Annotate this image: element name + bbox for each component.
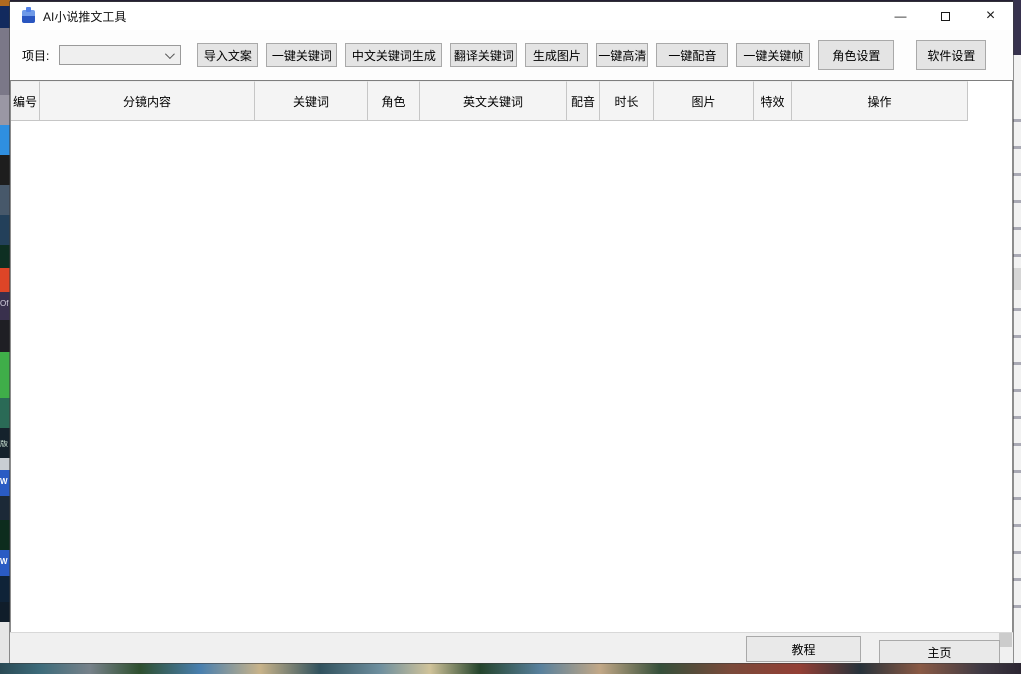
- project-label: 项目:: [22, 47, 49, 64]
- home-button[interactable]: 主页: [879, 640, 1000, 663]
- close-icon: ×: [986, 7, 995, 25]
- column-header-dubbing: 配音: [567, 81, 600, 121]
- import-copy-button[interactable]: 导入文案: [197, 43, 258, 67]
- word-icon: W: [0, 558, 10, 566]
- table-header-filler: [968, 81, 1012, 121]
- column-header-en-keywords: 英文关键词: [420, 81, 567, 121]
- background-list-selection: [1013, 268, 1021, 290]
- column-header-actions: 操作: [792, 81, 968, 121]
- minimize-icon: —: [895, 9, 907, 23]
- desktop-window-strip-right: [1013, 0, 1021, 663]
- table-body-empty: [11, 121, 1012, 632]
- minimize-button[interactable]: —: [878, 2, 923, 30]
- column-header-duration: 时长: [600, 81, 654, 121]
- close-button[interactable]: ×: [968, 2, 1013, 30]
- translate-keywords-button[interactable]: 翻译关键词: [450, 43, 517, 67]
- chevron-down-icon: [165, 49, 175, 59]
- title-bar: AI小说推文工具 — ×: [10, 2, 1013, 30]
- wallpaper-sliver: [1013, 0, 1021, 55]
- role-settings-button[interactable]: 角色设置: [818, 40, 894, 70]
- word-icon: W: [0, 478, 10, 486]
- storyboard-table: 编号 分镜内容 关键词 角色 英文关键词 配音 时长 图片 特效 操作: [10, 80, 1013, 632]
- app-icon: [22, 10, 35, 23]
- one-key-dubbing-button[interactable]: 一键配音: [656, 43, 728, 67]
- column-header-keywords: 关键词: [255, 81, 368, 121]
- app-window: AI小说推文工具 — × 项目: 导入文案 一键关键词 中文关键词生成 翻译关键…: [10, 2, 1013, 663]
- one-key-keywords-button[interactable]: 一键关键词: [266, 43, 337, 67]
- tutorial-button[interactable]: 教程: [746, 636, 861, 662]
- toolbar-buttons: 导入文案 一键关键词 中文关键词生成 翻译关键词 生成图片 一键高清 一键配音 …: [197, 40, 986, 70]
- scrollbar-corner: [999, 633, 1012, 647]
- window-title: AI小说推文工具: [43, 8, 126, 25]
- software-settings-button[interactable]: 软件设置: [916, 40, 986, 70]
- cn-keyword-gen-button[interactable]: 中文关键词生成: [345, 43, 442, 67]
- column-header-number: 编号: [11, 81, 40, 121]
- column-header-image: 图片: [654, 81, 754, 121]
- footer-bar: 教程 主页: [10, 632, 1013, 663]
- generate-images-button[interactable]: 生成图片: [525, 43, 588, 67]
- desktop-wallpaper-strip: [0, 663, 1021, 674]
- desktop-fragment: 版: [0, 440, 10, 448]
- column-header-effects: 特效: [754, 81, 792, 121]
- desktop-icons-strip-left: Of 版 W W: [0, 0, 10, 663]
- column-header-content: 分镜内容: [40, 81, 255, 121]
- table-header-row: 编号 分镜内容 关键词 角色 英文关键词 配音 时长 图片 特效 操作: [11, 81, 1012, 121]
- desktop-fragment: Of: [0, 300, 10, 308]
- one-key-keyframe-button[interactable]: 一键关键帧: [736, 43, 810, 67]
- maximize-button[interactable]: [923, 2, 968, 30]
- maximize-icon: [941, 12, 950, 21]
- project-select[interactable]: [59, 45, 181, 65]
- background-list-sliver: [1013, 110, 1021, 630]
- toolbar: 项目: 导入文案 一键关键词 中文关键词生成 翻译关键词 生成图片 一键高清 一…: [10, 30, 1013, 80]
- one-key-hd-button[interactable]: 一键高清: [596, 43, 648, 67]
- window-controls: — ×: [878, 2, 1013, 30]
- column-header-role: 角色: [368, 81, 420, 121]
